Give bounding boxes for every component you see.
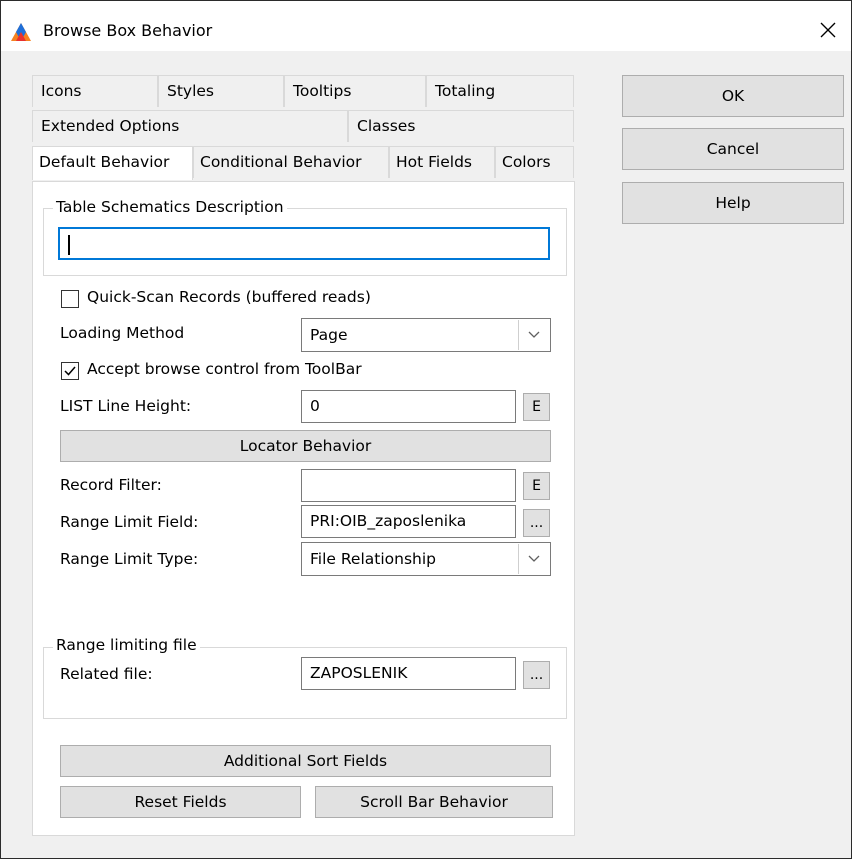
tab-classes[interactable]: Classes bbox=[348, 110, 574, 142]
range-file-group-label: Range limiting file bbox=[53, 636, 200, 654]
tab-extended-options[interactable]: Extended Options bbox=[32, 110, 348, 142]
tab-label: Colors bbox=[502, 153, 551, 171]
tab-label: Tooltips bbox=[293, 82, 352, 100]
list-line-height-input[interactable]: 0 bbox=[301, 390, 516, 423]
window-title: Browse Box Behavior bbox=[43, 21, 213, 40]
app-logo-icon bbox=[11, 23, 31, 41]
tab-default-behavior[interactable]: Default Behavior bbox=[32, 146, 193, 180]
schematics-group-label: Table Schematics Description bbox=[53, 198, 287, 216]
loading-method-label: Loading Method bbox=[60, 324, 185, 342]
tab-label: Conditional Behavior bbox=[200, 153, 362, 171]
record-filter-input[interactable] bbox=[301, 469, 516, 502]
title-bar: Browse Box Behavior bbox=[1, 1, 851, 51]
tab-label: Extended Options bbox=[41, 117, 180, 135]
cancel-button[interactable]: Cancel bbox=[622, 128, 844, 170]
range-limit-type-label: Range Limit Type: bbox=[60, 550, 199, 568]
tab-colors[interactable]: Colors bbox=[495, 146, 574, 178]
loading-method-value: Page bbox=[310, 326, 348, 344]
tab-conditional-behavior[interactable]: Conditional Behavior bbox=[193, 146, 389, 178]
list-line-height-label: LIST Line Height: bbox=[60, 397, 192, 415]
chevron-down-icon[interactable] bbox=[518, 320, 549, 350]
locator-behavior-button[interactable]: Locator Behavior bbox=[60, 430, 551, 462]
range-limit-field-value: PRI:OIB_zaposlenika bbox=[310, 512, 467, 530]
tab-label: Styles bbox=[167, 82, 215, 100]
accept-toolbar-label: Accept browse control from ToolBar bbox=[87, 360, 362, 378]
text-caret bbox=[68, 235, 70, 255]
record-filter-expression-button[interactable]: E bbox=[523, 472, 550, 500]
quick-scan-checkbox[interactable] bbox=[61, 290, 79, 308]
close-icon bbox=[820, 22, 836, 38]
tab-hot-fields[interactable]: Hot Fields bbox=[389, 146, 495, 178]
list-line-height-expression-button[interactable]: E bbox=[523, 393, 550, 421]
tab-panel-default-behavior: Table Schematics Description Quick-Scan … bbox=[32, 181, 575, 836]
tab-label: Default Behavior bbox=[39, 153, 170, 171]
ok-button[interactable]: OK bbox=[622, 75, 844, 117]
checkmark-icon bbox=[64, 366, 76, 376]
related-file-label: Related file: bbox=[60, 665, 153, 683]
range-limit-type-value: File Relationship bbox=[310, 550, 437, 568]
additional-sort-fields-button[interactable]: Additional Sort Fields bbox=[60, 745, 551, 777]
tab-label: Totaling bbox=[435, 82, 496, 100]
dialog-window: Browse Box Behavior Icons Styles Tooltip… bbox=[0, 0, 852, 859]
close-button[interactable] bbox=[805, 11, 851, 49]
help-button[interactable]: Help bbox=[622, 182, 844, 224]
tab-styles[interactable]: Styles bbox=[158, 75, 284, 107]
tab-label: Hot Fields bbox=[396, 153, 472, 171]
chevron-down-icon[interactable] bbox=[518, 544, 549, 574]
tab-totaling[interactable]: Totaling bbox=[426, 75, 574, 107]
range-limit-field-label: Range Limit Field: bbox=[60, 513, 199, 531]
range-limit-field-browse-button[interactable]: ... bbox=[523, 509, 550, 537]
scroll-bar-behavior-button[interactable]: Scroll Bar Behavior bbox=[315, 786, 553, 818]
range-limit-field-input[interactable]: PRI:OIB_zaposlenika bbox=[301, 505, 516, 538]
related-file-input[interactable]: ZAPOSLENIK bbox=[301, 657, 516, 690]
quick-scan-label: Quick-Scan Records (buffered reads) bbox=[87, 288, 371, 306]
range-limit-type-select[interactable]: File Relationship bbox=[301, 542, 551, 576]
related-file-value: ZAPOSLENIK bbox=[310, 664, 408, 682]
schematics-description-input[interactable] bbox=[58, 227, 550, 260]
list-line-height-value: 0 bbox=[310, 397, 320, 415]
reset-fields-button[interactable]: Reset Fields bbox=[60, 786, 301, 818]
loading-method-select[interactable]: Page bbox=[301, 318, 551, 352]
tab-icons[interactable]: Icons bbox=[32, 75, 158, 107]
tab-tooltips[interactable]: Tooltips bbox=[284, 75, 426, 107]
tab-label: Classes bbox=[357, 117, 416, 135]
accept-toolbar-checkbox[interactable] bbox=[61, 362, 79, 380]
record-filter-label: Record Filter: bbox=[60, 476, 162, 494]
tab-label: Icons bbox=[41, 82, 82, 100]
related-file-browse-button[interactable]: ... bbox=[523, 661, 550, 689]
